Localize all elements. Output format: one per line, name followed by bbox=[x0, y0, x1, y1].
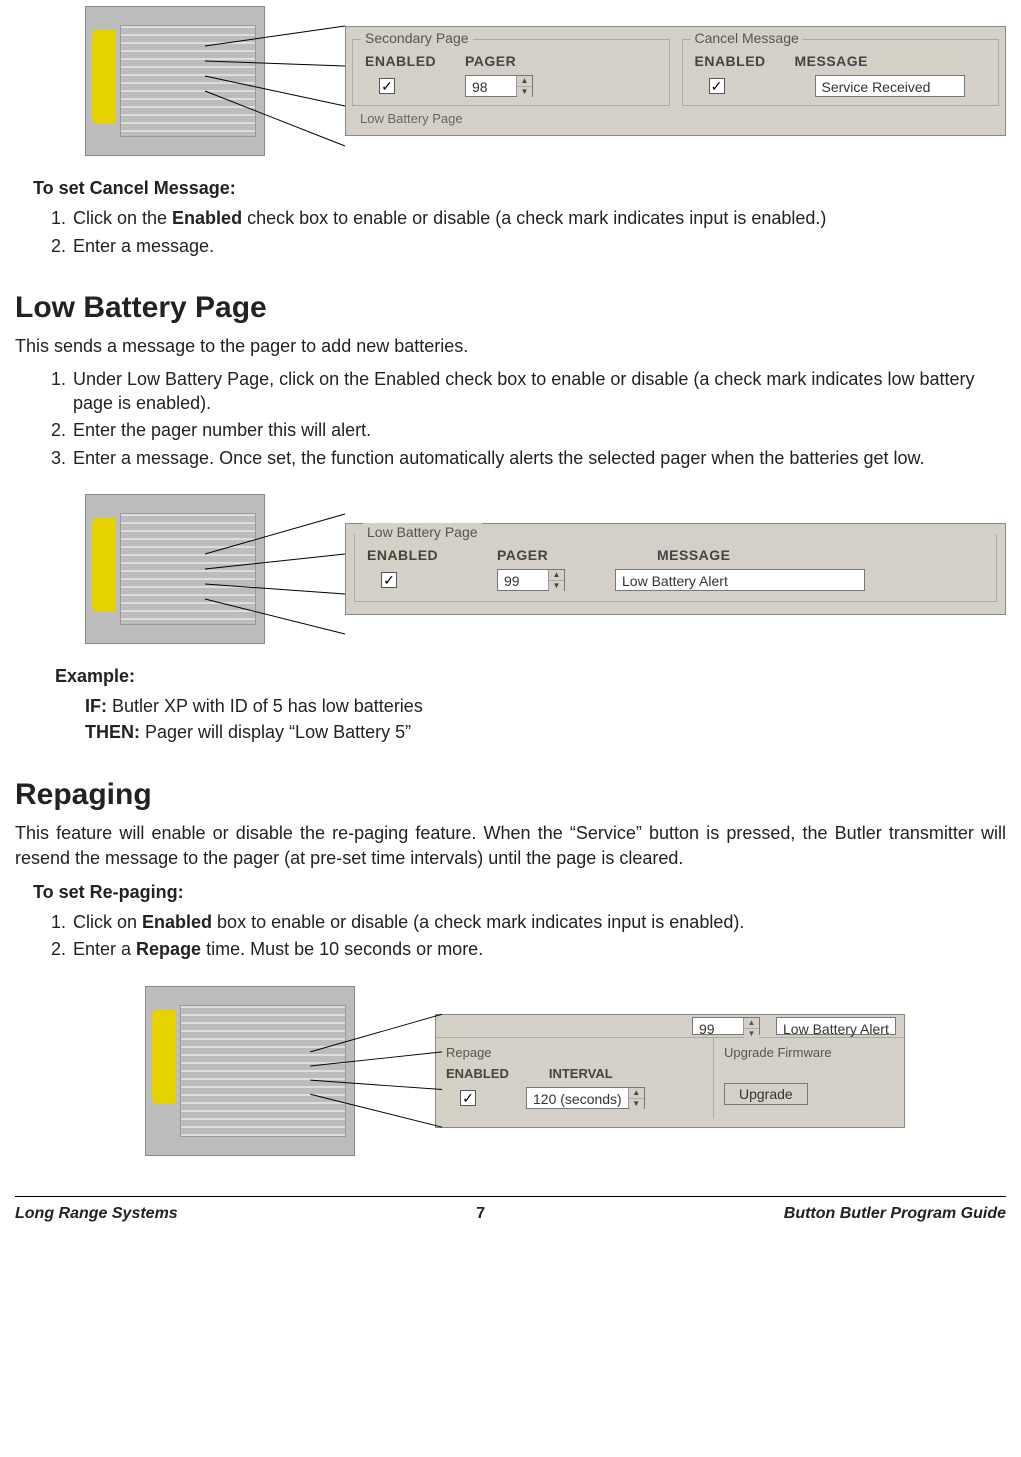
repaging-sub-heading: To set Re-paging: bbox=[33, 880, 1006, 904]
bold-text: Enabled bbox=[142, 912, 212, 932]
upgrade-button[interactable]: Upgrade bbox=[724, 1083, 808, 1105]
pager-number-input[interactable]: 99 ▲▼ bbox=[692, 1017, 760, 1035]
list-item: Click on the Enabled check box to enable… bbox=[71, 206, 1006, 230]
interval-value: 120 (seconds) bbox=[527, 1088, 628, 1108]
low-battery-group: Low Battery Page ENABLED PAGER MESSAGE ✓… bbox=[354, 534, 997, 602]
text: Click on bbox=[73, 912, 142, 932]
low-battery-intro: This sends a message to the pager to add… bbox=[15, 334, 1006, 358]
pager-number-value: 99 bbox=[498, 570, 548, 590]
cancel-message-group: Cancel Message ENABLED MESSAGE ✓ Service… bbox=[682, 39, 1000, 106]
zoom-callout-lines bbox=[265, 6, 345, 156]
upgrade-group: Upgrade Firmware Upgrade bbox=[714, 1038, 904, 1116]
col-header-enabled: ENABLED bbox=[695, 52, 795, 71]
col-header-pager: PAGER bbox=[465, 52, 575, 71]
col-header-enabled: ENABLED bbox=[365, 52, 465, 71]
list-item: Enter a Repage time. Must be 10 seconds … bbox=[71, 937, 1006, 961]
zoom-callout-lines bbox=[355, 986, 435, 1156]
repaging-intro: This feature will enable or disable the … bbox=[15, 821, 1006, 870]
figure-low-battery: Low Battery Page ENABLED PAGER MESSAGE ✓… bbox=[85, 494, 1006, 644]
example-block: Example: IF: Butler XP with ID of 5 has … bbox=[55, 664, 1006, 745]
list-item: Enter a message. Once set, the function … bbox=[71, 446, 1006, 470]
zoomed-panel: Secondary Page ENABLED PAGER ✓ 98 ▲▼ Can… bbox=[345, 26, 1006, 136]
spinner-icon[interactable]: ▲▼ bbox=[628, 1088, 644, 1108]
col-header-enabled: ENABLED bbox=[367, 546, 497, 565]
pager-number-input[interactable]: 99 ▲▼ bbox=[497, 569, 565, 591]
panel-footer-label: Low Battery Page bbox=[346, 106, 1005, 128]
col-header-pager: PAGER bbox=[497, 546, 657, 565]
spinner-icon[interactable]: ▲▼ bbox=[743, 1018, 759, 1034]
example-title: Example: bbox=[55, 664, 1006, 688]
enabled-checkbox[interactable]: ✓ bbox=[379, 78, 395, 94]
list-item: Enter a message. bbox=[71, 234, 1006, 258]
bold-text: Enabled bbox=[172, 208, 242, 228]
text: Enter a bbox=[73, 939, 136, 959]
pager-number-value: 99 bbox=[693, 1018, 743, 1034]
zoomed-panel: 99 ▲▼ Low Battery Alert Repage ENABLED I… bbox=[435, 1014, 905, 1128]
interval-input[interactable]: 120 (seconds) ▲▼ bbox=[526, 1087, 645, 1109]
text: Pager will display “Low Battery 5” bbox=[140, 722, 411, 742]
spinner-icon[interactable]: ▲▼ bbox=[548, 570, 564, 590]
footer-right: Button Butler Program Guide bbox=[784, 1203, 1006, 1225]
low-battery-heading: Low Battery Page bbox=[15, 288, 1006, 329]
low-battery-steps: Under Low Battery Page, click on the Ena… bbox=[71, 367, 1006, 470]
text: box to enable or disable (a check mark i… bbox=[212, 912, 744, 932]
bold-text: THEN: bbox=[85, 722, 140, 742]
pager-number-value: 98 bbox=[466, 76, 516, 96]
list-item: Enter the pager number this will alert. bbox=[71, 418, 1006, 442]
repaging-heading: Repaging bbox=[15, 775, 1006, 816]
group-legend: Upgrade Firmware bbox=[724, 1044, 894, 1062]
footer-left: Long Range Systems bbox=[15, 1203, 178, 1225]
group-legend: Cancel Message bbox=[691, 29, 803, 48]
secondary-page-group: Secondary Page ENABLED PAGER ✓ 98 ▲▼ bbox=[352, 39, 670, 106]
cancel-message-heading: To set Cancel Message: bbox=[33, 176, 1006, 200]
zoom-callout-lines bbox=[265, 494, 345, 644]
text: Butler XP with ID of 5 has low batteries bbox=[107, 696, 423, 716]
spinner-icon[interactable]: ▲▼ bbox=[516, 76, 532, 96]
group-legend: Secondary Page bbox=[361, 29, 473, 48]
col-header-message: MESSAGE bbox=[795, 52, 987, 71]
enabled-checkbox[interactable]: ✓ bbox=[709, 78, 725, 94]
enabled-checkbox[interactable]: ✓ bbox=[381, 572, 397, 588]
group-legend: Low Battery Page bbox=[363, 523, 482, 542]
cancel-message-steps: Click on the Enabled check box to enable… bbox=[71, 206, 1006, 258]
col-header-interval: INTERVAL bbox=[549, 1065, 613, 1083]
message-input[interactable]: Low Battery Alert bbox=[776, 1017, 896, 1035]
col-header-message: MESSAGE bbox=[657, 546, 984, 565]
text: time. Must be 10 seconds or more. bbox=[201, 939, 483, 959]
bold-text: IF: bbox=[85, 696, 107, 716]
message-input[interactable]: Service Received bbox=[815, 75, 965, 97]
example-then-line: THEN: Pager will display “Low Battery 5” bbox=[85, 720, 1006, 744]
list-item: Click on Enabled box to enable or disabl… bbox=[71, 910, 1006, 934]
cropped-top-row: 99 ▲▼ Low Battery Alert bbox=[436, 1015, 904, 1038]
footer-page-number: 7 bbox=[476, 1203, 485, 1225]
zoomed-panel: Low Battery Page ENABLED PAGER MESSAGE ✓… bbox=[345, 523, 1006, 615]
bold-text: Repage bbox=[136, 939, 201, 959]
figure-secondary-cancel: Secondary Page ENABLED PAGER ✓ 98 ▲▼ Can… bbox=[85, 6, 1006, 156]
list-item: Under Low Battery Page, click on the Ena… bbox=[71, 367, 1006, 416]
message-input[interactable]: Low Battery Alert bbox=[615, 569, 865, 591]
repaging-steps: Click on Enabled box to enable or disabl… bbox=[71, 910, 1006, 962]
page-footer: Long Range Systems 7 Button Butler Progr… bbox=[15, 1196, 1006, 1237]
figure-repage: 99 ▲▼ Low Battery Alert Repage ENABLED I… bbox=[145, 986, 1006, 1156]
pager-number-input[interactable]: 98 ▲▼ bbox=[465, 75, 533, 97]
example-if-line: IF: Butler XP with ID of 5 has low batte… bbox=[85, 694, 1006, 718]
text: Click on the bbox=[73, 208, 172, 228]
text: check box to enable or disable (a check … bbox=[242, 208, 826, 228]
